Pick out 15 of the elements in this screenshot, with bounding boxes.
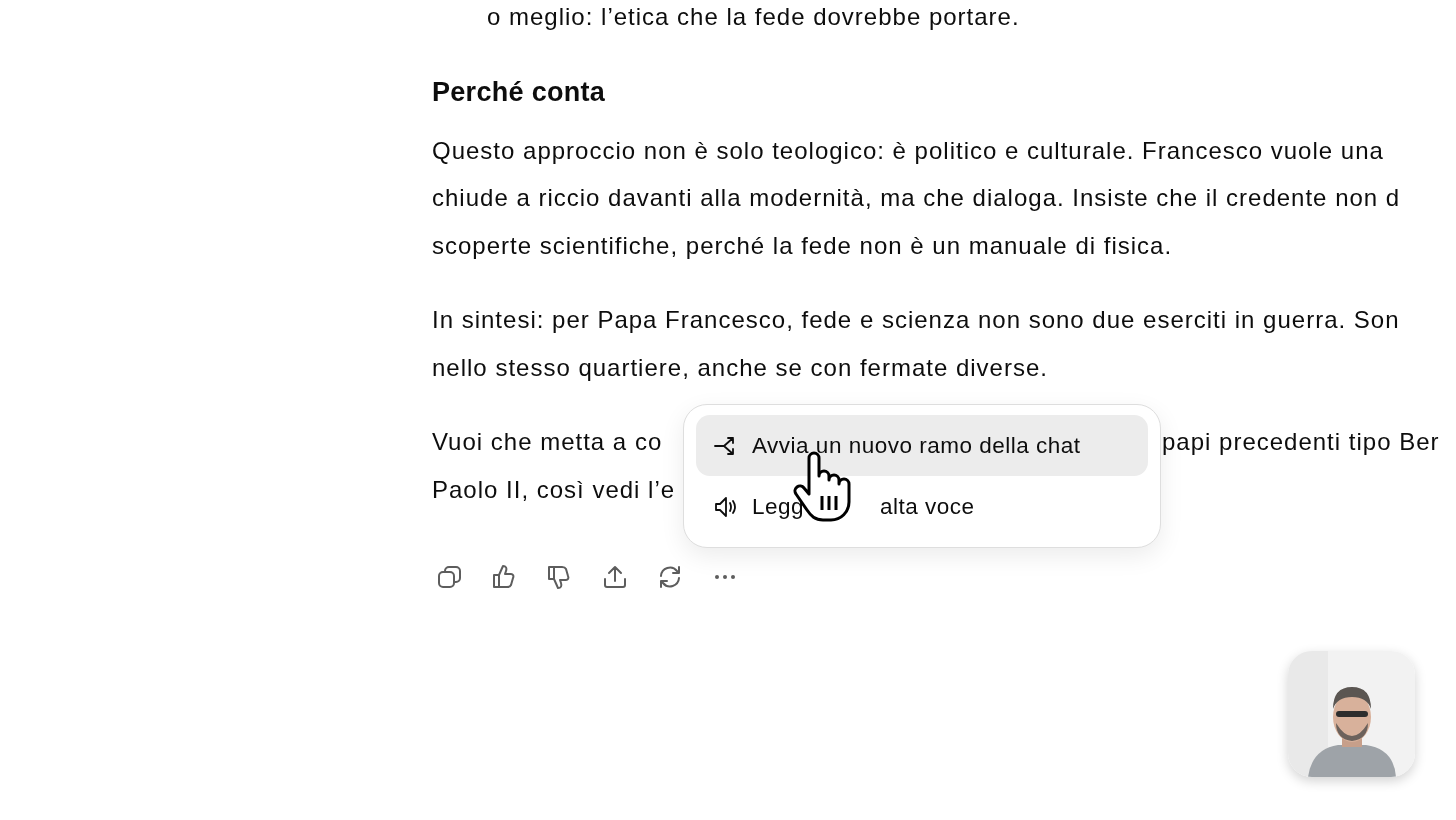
text-line: o meglio: l’etica che la fede dovrebbe portare. (486, 2, 1020, 32)
section-heading: Perché conta (432, 76, 606, 109)
text-line: Vuoi che metta a co (432, 427, 663, 457)
copy-icon (436, 563, 464, 591)
more-icon (715, 575, 735, 579)
text-line: In sintesi: per Papa Francesco, fede e scienza non sono due eserciti in guerra. Son (432, 305, 1400, 335)
text-line: Paolo II, così vedi l’e (432, 474, 676, 505)
speaker-icon (712, 494, 738, 519)
text-line: Questo approccio non è solo teologico: è politico e culturale. Francesco vuole una (432, 135, 1384, 166)
text-line: chiude a riccio davanti alla modernità, ma che dialoga. Insiste che il credente non d (432, 183, 1401, 213)
text-line: papi precedenti tipo Ber (1162, 427, 1440, 457)
text-line: scoperte scientifiche, perché la fede non è un manuale di fisica. (432, 230, 1173, 261)
menu-item[interactable]: Avvia un nuovo ramo della chat (696, 415, 1148, 476)
share-icon (601, 563, 629, 591)
text-line: nello stesso quartiere, anche se con fermate diverse. (432, 352, 1048, 383)
